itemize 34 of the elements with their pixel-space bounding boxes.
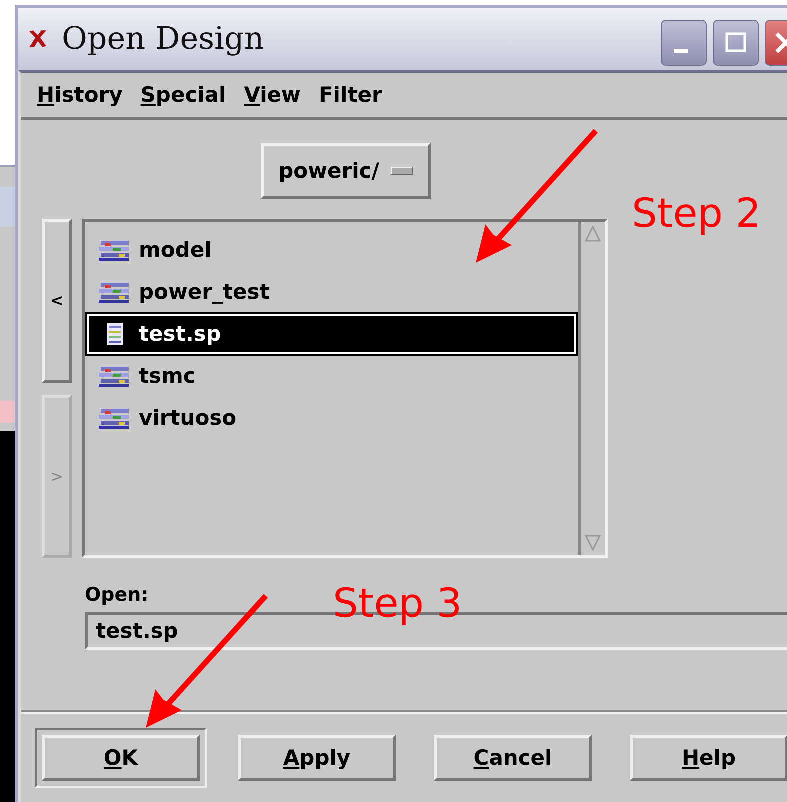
- file-name: model: [139, 238, 212, 262]
- directory-dropdown[interactable]: poweric/: [261, 143, 431, 199]
- menu-item[interactable]: Filter: [314, 81, 386, 109]
- file-name: test.sp: [139, 322, 222, 346]
- scroll-up-icon: [585, 226, 601, 242]
- window-title: Open Design: [62, 21, 264, 57]
- file-item[interactable]: test.sp: [87, 314, 576, 354]
- library-icon: [99, 281, 131, 303]
- file-item[interactable]: tsmc: [87, 356, 576, 396]
- maximize-button[interactable]: [713, 20, 759, 66]
- library-icon: [99, 407, 131, 429]
- menu-item[interactable]: Special: [136, 81, 230, 109]
- file-name: power_test: [139, 280, 270, 304]
- minimize-icon: [674, 49, 688, 53]
- minimize-button[interactable]: [661, 20, 707, 66]
- file-item[interactable]: virtuoso: [87, 398, 576, 438]
- scroll-down-icon: [585, 535, 601, 551]
- file-item[interactable]: power_test: [87, 272, 576, 312]
- file-name: tsmc: [139, 364, 196, 388]
- scroll-button[interactable]: <: [42, 219, 72, 382]
- library-icon: [99, 365, 131, 387]
- dialog-button[interactable]: Apply: [238, 735, 396, 781]
- menu-item[interactable]: View: [240, 81, 305, 109]
- field-label: Open:: [85, 584, 149, 606]
- annotation-label: Step 2: [632, 190, 762, 238]
- dropdown-indicator-icon: [391, 167, 414, 175]
- dialog-button[interactable]: Help: [630, 735, 787, 781]
- menu-item[interactable]: History: [33, 81, 127, 109]
- maximize-icon: [724, 31, 748, 55]
- dialog-button[interactable]: OK: [42, 735, 200, 781]
- file-item[interactable]: model: [87, 230, 576, 270]
- file-name: virtuoso: [139, 406, 237, 430]
- dialog-button[interactable]: Cancel: [434, 735, 592, 781]
- library-icon: [99, 239, 131, 261]
